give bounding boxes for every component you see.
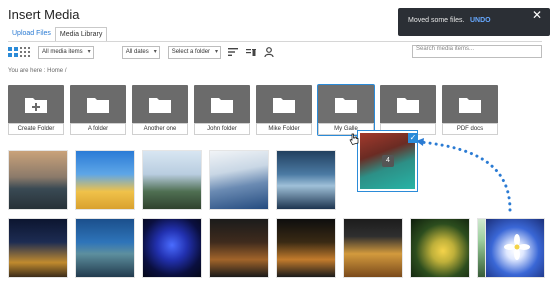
media-thumbnail[interactable] <box>485 218 545 278</box>
folder-label: A folder <box>70 123 126 135</box>
chevron-down-icon: ▾ <box>153 48 157 55</box>
folder-value: Select a folder <box>171 48 211 55</box>
folder-label: Another one <box>132 123 188 135</box>
chevron-down-icon: ▾ <box>215 48 219 55</box>
drag-path-arrow <box>416 138 512 212</box>
media-thumbnail[interactable] <box>8 150 68 210</box>
toast-notification: Moved some files. UNDO <box>398 8 550 36</box>
checkmark-icon: ✓ <box>408 133 418 143</box>
media-thumbnail[interactable] <box>142 150 202 210</box>
folder-tile[interactable]: John folder <box>194 85 250 135</box>
folder-label: Mike Folder <box>256 123 312 135</box>
folder-icon <box>87 98 109 113</box>
tab-upload-files[interactable]: Upload Files <box>8 27 55 41</box>
tab-bar: Upload Files Media Library <box>8 27 108 41</box>
folder-label: PDF docs <box>442 123 498 135</box>
folder-plus-icon <box>25 98 47 113</box>
media-thumbnail[interactable] <box>75 218 135 278</box>
folder-icon <box>149 98 171 113</box>
media-type-value: All media items <box>42 48 83 55</box>
media-thumbnail[interactable] <box>209 218 269 278</box>
insert-media-modal: Insert Media Moved some files. UNDO ✕ Up… <box>0 0 550 298</box>
grid-view-icon[interactable] <box>8 47 18 57</box>
folder-tile[interactable]: PDF docs <box>442 85 498 135</box>
search-input[interactable]: Search media items... <box>412 45 542 58</box>
folder-select[interactable]: Select a folder ▾ <box>167 45 222 59</box>
folder-icon <box>335 98 357 113</box>
folder-label: John folder <box>194 123 250 135</box>
media-thumbnail[interactable] <box>8 218 68 278</box>
folder-icon <box>273 98 295 113</box>
undo-link[interactable]: UNDO <box>470 17 491 24</box>
date-select[interactable]: All dates ▾ <box>121 45 160 59</box>
folder-icon <box>397 98 419 113</box>
folder-icon <box>459 98 481 113</box>
tab-media-library[interactable]: Media Library <box>54 27 108 41</box>
folder-label: Create Folder <box>8 123 64 135</box>
folder-tile[interactable]: Another one <box>132 85 188 135</box>
bulk-delete-icon[interactable] <box>245 46 257 58</box>
media-grid-row <box>8 218 544 278</box>
close-icon[interactable]: ✕ <box>530 8 544 22</box>
flower-image <box>504 234 530 260</box>
dragged-image: 4 <box>360 133 415 189</box>
media-thumbnail[interactable] <box>276 218 336 278</box>
create-folder-tile[interactable]: Create Folder <box>8 85 64 135</box>
chevron-down-icon: ▾ <box>87 48 91 55</box>
media-thumbnail[interactable] <box>75 150 135 210</box>
media-thumbnail[interactable] <box>276 150 336 210</box>
media-thumbnail[interactable] <box>343 218 403 278</box>
media-thumbnail[interactable] <box>142 218 202 278</box>
user-filter-icon[interactable] <box>263 46 275 58</box>
drag-count-badge: 4 <box>382 155 394 167</box>
media-type-select[interactable]: All media items ▾ <box>38 45 94 59</box>
breadcrumb: You are here : Home / <box>8 68 67 74</box>
date-value: All dates <box>125 48 149 55</box>
folder-icon <box>211 98 233 113</box>
folder-tile[interactable] <box>380 85 436 135</box>
media-thumbnail[interactable] <box>209 150 269 210</box>
toast-message: Moved some files. <box>408 17 465 24</box>
hand-cursor-icon <box>349 133 359 145</box>
modal-title: Insert Media <box>8 7 80 22</box>
folder-tile-drop-target[interactable]: My Galle <box>318 85 374 135</box>
media-toolbar: All media items ▾ All dates ▾ Select a f… <box>8 45 275 59</box>
small-grid-view-icon[interactable] <box>20 47 30 57</box>
sort-icon[interactable] <box>227 46 239 58</box>
folder-list: Create Folder A folder Another one John … <box>8 85 504 135</box>
tab-divider <box>8 41 542 42</box>
folder-tile[interactable]: Mike Folder <box>256 85 312 135</box>
folder-tile[interactable]: A folder <box>70 85 126 135</box>
media-grid-row <box>8 150 343 210</box>
media-thumbnail[interactable] <box>410 218 470 278</box>
